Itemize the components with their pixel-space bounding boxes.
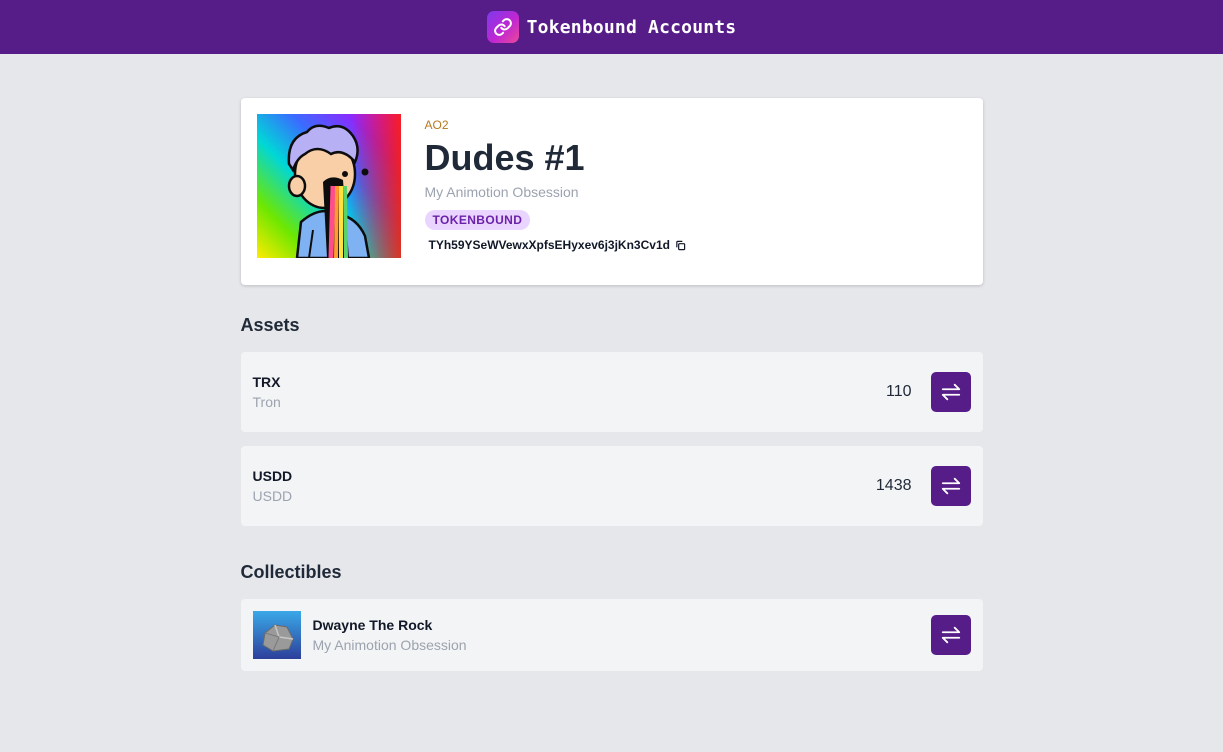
transfer-arrows-icon <box>941 626 960 644</box>
asset-symbol: USDD <box>252 468 293 484</box>
nft-collection-name: My Animotion Obsession <box>424 184 579 200</box>
asset-amount: 110 <box>885 383 912 400</box>
transfer-button[interactable] <box>930 372 971 412</box>
chain-link-icon <box>486 11 519 43</box>
tokenbound-badge: TOKENBOUND <box>424 210 531 230</box>
nft-title: Dudes #1 <box>424 137 585 178</box>
collectible-details: Dwayne The Rock My Animotion Obsession <box>313 617 931 653</box>
asset-name: USDD <box>252 488 293 504</box>
top-nav-bar: Tokenbound Accounts <box>0 0 1223 54</box>
nft-info: AO2 Dudes #1 My Animotion Obsession TOKE… <box>424 114 686 269</box>
asset-amount: 1438 <box>875 477 912 494</box>
collectible-row: Dwayne The Rock My Animotion Obsession <box>240 599 983 671</box>
collectible-thumbnail <box>252 611 301 659</box>
assets-heading: Assets <box>240 315 300 335</box>
asset-details: USDD USDD <box>253 468 876 504</box>
collectible-collection: My Animotion Obsession <box>312 637 467 653</box>
brand[interactable]: Tokenbound Accounts <box>486 11 737 43</box>
asset-name: Tron <box>252 394 281 410</box>
asset-row: USDD USDD 1438 <box>240 446 983 526</box>
asset-details: TRX Tron <box>253 374 886 410</box>
main-content: AO2 Dudes #1 My Animotion Obsession TOKE… <box>240 98 983 671</box>
collectibles-heading: Collectibles <box>240 562 342 582</box>
collectible-name: Dwayne The Rock <box>312 617 433 633</box>
copy-icon[interactable] <box>675 240 686 251</box>
asset-symbol: TRX <box>252 374 281 390</box>
account-address: TYh59YSeWVewxXpfsEHyxev6j3jKn3Cv1d <box>428 238 670 252</box>
account-address-row: TYh59YSeWVewxXpfsEHyxev6j3jKn3Cv1d <box>425 238 686 252</box>
asset-row: TRX Tron 110 <box>240 352 983 432</box>
nft-card: AO2 Dudes #1 My Animotion Obsession TOKE… <box>240 98 983 285</box>
transfer-button[interactable] <box>930 615 971 655</box>
app-title: Tokenbound Accounts <box>526 16 737 38</box>
nft-image <box>256 114 401 258</box>
transfer-arrows-icon <box>941 383 960 401</box>
transfer-button[interactable] <box>930 466 971 506</box>
collection-tag: AO2 <box>424 118 449 132</box>
transfer-arrows-icon <box>941 477 960 495</box>
